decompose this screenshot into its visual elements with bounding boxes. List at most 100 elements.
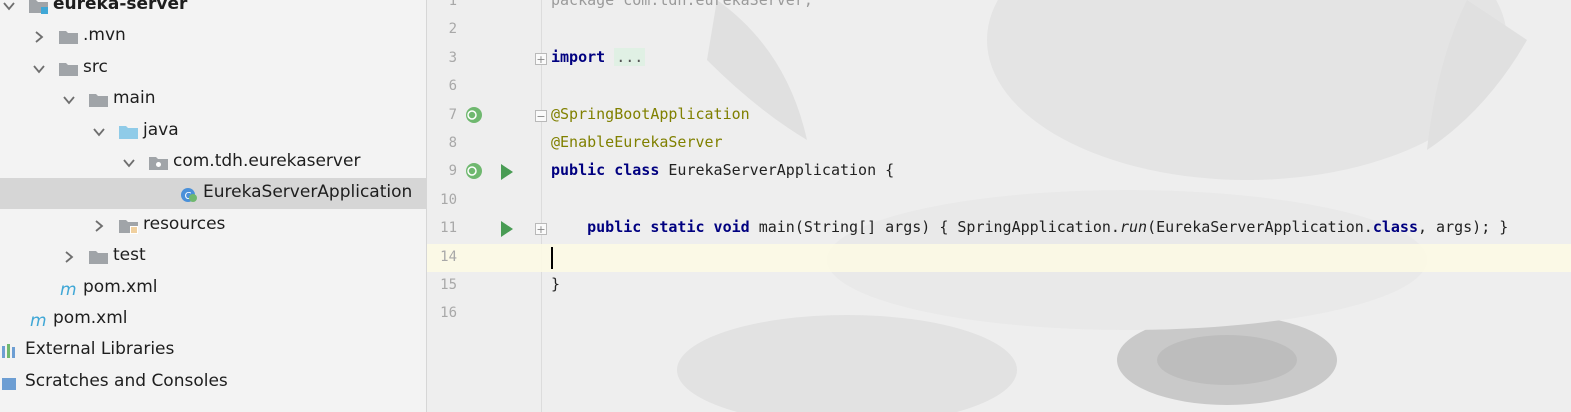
code-editor[interactable]: 1 package com.tdh.eurekaServer; 2 3 + import … <box>427 0 1571 412</box>
svg-text:m: m <box>30 311 47 329</box>
code-token: public static void <box>587 218 750 237</box>
line-number: 9 <box>448 163 457 180</box>
line-number: 14 <box>440 248 457 265</box>
line-number: 1 <box>448 0 457 9</box>
code-token: run <box>1119 218 1148 237</box>
tree-item[interactable]: .mvn <box>0 21 426 52</box>
tree-item[interactable]: eureka-server <box>0 0 426 21</box>
module-folder-icon <box>28 0 48 14</box>
folder-icon <box>58 28 78 45</box>
tree-item[interactable]: resources <box>0 210 426 241</box>
code-text: public static void main(String[] args) {… <box>551 218 1508 236</box>
code-token: } <box>551 275 561 293</box>
code-token: ... <box>614 47 646 66</box>
tree-item[interactable]: main <box>0 84 426 115</box>
tree-item[interactable]: test <box>0 241 426 272</box>
code-line[interactable]: 10 <box>427 187 1571 215</box>
chevron-right-icon[interactable] <box>62 249 76 263</box>
code-text: public class EurekaServerApplication { <box>551 161 894 179</box>
code-token: package com.tdh.eurekaServer; <box>551 0 813 9</box>
code-line[interactable]: 16 <box>427 300 1571 328</box>
folder-icon <box>88 91 108 108</box>
code-line[interactable]: 1 package com.tdh.eurekaServer; <box>427 0 1571 16</box>
tree-item-label: pom.xml <box>83 276 158 297</box>
code-token: main(String[] args) <box>749 218 940 237</box>
code-token: @SpringBootApplication <box>551 104 750 123</box>
code-text: package com.tdh.eurekaServer; <box>551 0 813 9</box>
code-line[interactable]: 8 @EnableEurekaServer <box>427 130 1571 158</box>
tree-item-label: pom.xml <box>53 308 128 328</box>
tree-item-label: test <box>113 245 146 266</box>
run-icon[interactable] <box>499 220 515 238</box>
spring-class-icon[interactable] <box>463 161 485 183</box>
tree-item[interactable]: External Libraries <box>0 335 426 366</box>
chevron-down-icon[interactable] <box>62 92 76 106</box>
tree-item[interactable]: m pom.xml <box>0 304 426 335</box>
code-text: @EnableEurekaServer <box>551 133 723 151</box>
tree-item[interactable]: Scratches and Consoles <box>0 367 426 398</box>
code-text: @SpringBootApplication <box>551 105 750 123</box>
code-line[interactable]: 7 − @SpringBootApplication <box>427 102 1571 130</box>
code-token: , args); } <box>1418 218 1509 237</box>
project-tool-window: eureka-server .mvn src main java com.tdh.eure… <box>0 0 427 412</box>
package-icon <box>148 154 168 170</box>
tree-item[interactable]: m pom.xml <box>0 273 426 304</box>
line-number: 6 <box>448 78 457 95</box>
tree-item-label: Scratches and Consoles <box>25 370 228 391</box>
tree-item-label: EurekaServerApplication <box>203 182 413 203</box>
chevron-down-icon[interactable] <box>32 61 46 75</box>
line-number: 11 <box>440 220 457 237</box>
tree-item[interactable]: java <box>0 116 426 147</box>
code-line[interactable]: 14 <box>427 243 1571 272</box>
code-line[interactable]: 9 public class EurekaServerApplication { <box>427 158 1571 186</box>
code-token: (EurekaServerApplication. <box>1147 218 1373 237</box>
code-token: public class <box>551 161 660 180</box>
code-token: import <box>551 47 606 66</box>
text-caret <box>551 246 553 269</box>
tree-item-label: External Libraries <box>25 339 175 360</box>
tree-item-label: src <box>83 56 108 77</box>
code-token: { SpringApplication. <box>939 218 1120 237</box>
fold-expand-icon[interactable]: + <box>535 223 547 236</box>
resources-folder-icon <box>118 217 138 234</box>
tree-item[interactable]: src <box>0 53 426 84</box>
tree-item-label: main <box>113 88 156 109</box>
code-text: } <box>551 275 560 293</box>
svg-text:m: m <box>60 280 77 298</box>
tree-item-label: .mvn <box>83 25 126 46</box>
line-number: 2 <box>448 21 457 38</box>
spring-boot-class-icon: C <box>178 185 198 203</box>
code-line[interactable]: 3 + import ... <box>427 45 1571 73</box>
source-folder-icon <box>118 123 138 139</box>
code-line[interactable]: 2 <box>427 16 1571 44</box>
tree-item[interactable]: com.tdh.eurekaserver <box>0 147 426 178</box>
line-number: 10 <box>440 191 457 208</box>
code-token: class <box>1372 218 1418 237</box>
fold-expand-icon[interactable]: + <box>535 52 547 65</box>
line-number: 8 <box>448 135 457 151</box>
scratches-icon <box>0 374 20 390</box>
tree-item[interactable]: C EurekaServerApplication <box>0 178 426 210</box>
fold-collapse-icon[interactable]: − <box>535 109 547 122</box>
tree-item-label: java <box>143 119 179 140</box>
chevron-down-icon[interactable] <box>92 124 106 138</box>
chevron-right-icon[interactable] <box>32 29 46 44</box>
maven-file-icon: m <box>28 311 48 331</box>
code-line[interactable]: 6 <box>427 73 1571 101</box>
chevron-right-icon[interactable] <box>92 218 106 232</box>
tree-item-label: com.tdh.eurekaserver <box>173 151 361 171</box>
code-line[interactable]: 15} <box>427 272 1571 300</box>
chevron-down-icon[interactable] <box>122 155 136 169</box>
spring-bean-icon[interactable] <box>463 105 485 127</box>
code-line[interactable]: 11 + public static void main(String[] arg… <box>427 215 1571 243</box>
tree-item-label: eureka-server <box>53 0 188 14</box>
line-number: 15 <box>440 277 457 293</box>
libraries-icon <box>0 342 20 359</box>
line-number: 3 <box>448 49 457 66</box>
code-text: import ... <box>551 47 646 66</box>
code-token: @EnableEurekaServer <box>551 133 723 151</box>
run-icon[interactable] <box>499 163 515 181</box>
chevron-down-icon[interactable] <box>2 0 16 12</box>
